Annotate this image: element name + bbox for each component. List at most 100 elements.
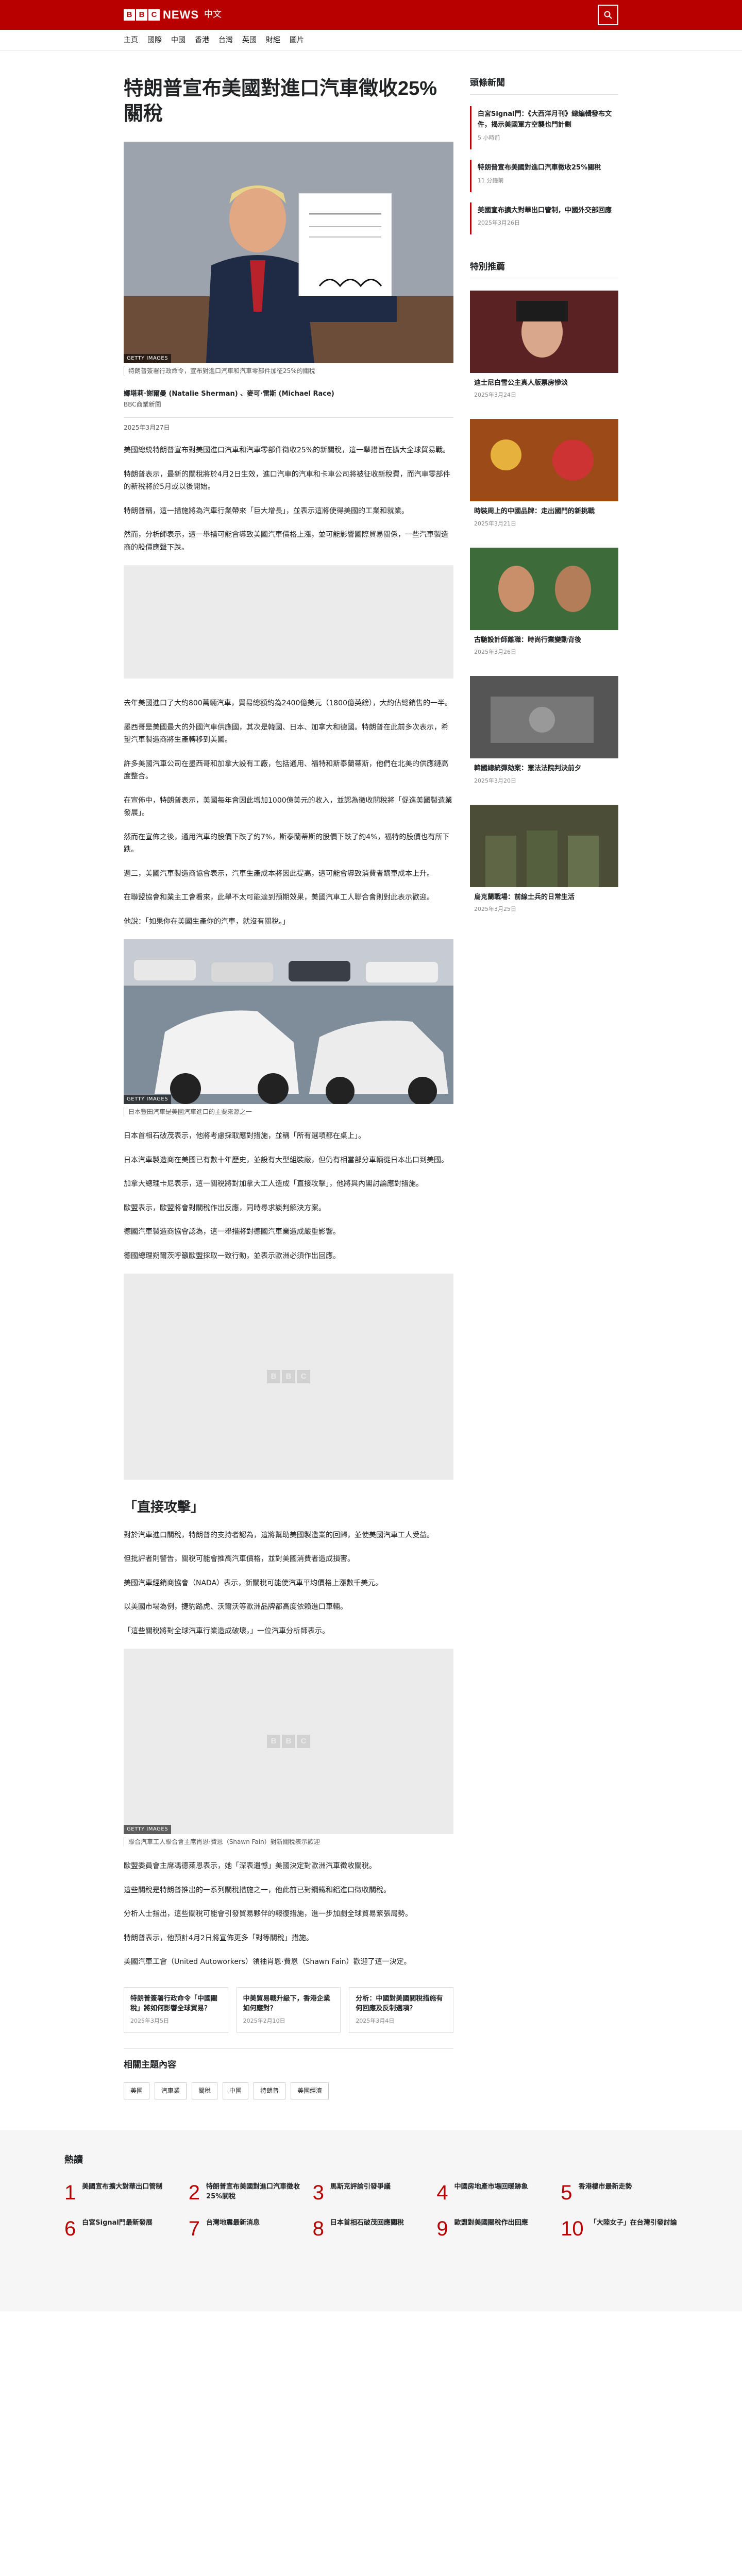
section-heading: 「直接攻擊」 xyxy=(124,1500,205,1516)
related-story-card[interactable]: 特朗普簽署行政命令「中國關稅」將如何影響全球貿易？ 2025年3月5日 xyxy=(124,1987,228,2033)
feature-photo xyxy=(470,804,618,887)
rank-number: 4 xyxy=(436,2181,448,2204)
nav-item-pictures[interactable]: 圖片 xyxy=(290,35,304,46)
most-read-title: 台灣地震最新消息 xyxy=(206,2218,260,2227)
most-read-item[interactable]: 10 「大陸女子」在台灣引發討論 xyxy=(561,2218,678,2239)
feature-date: 2025年3月24日 xyxy=(474,392,516,399)
body-paragraph: 這些關稅是特朗普推出的一系列關稅措施之一，他此前已對鋼鐵和鋁進口徵收關稅。 xyxy=(124,1886,391,1894)
top-story-date: 5 小時前 xyxy=(478,134,500,141)
bbc-block-b2: B xyxy=(136,9,147,21)
bbc-image-placeholder: B B C xyxy=(267,1735,310,1749)
rank-number: 8 xyxy=(312,2217,324,2240)
nav-item-hongkong[interactable]: 香港 xyxy=(195,35,209,46)
most-read-title: 「大陸女子」在台灣引發討論 xyxy=(589,2218,677,2227)
bbc-block-c: C xyxy=(148,9,160,21)
body-paragraph: 美國總統特朗普宣布對美國進口汽車和汽車零部件徵收25%的新關稅，這一舉措旨在擴大… xyxy=(124,446,450,455)
top-story-title: 特朗普宣布美國對進口汽車徵收25%關稅 xyxy=(478,163,601,172)
feature-text: 古馳設計師離職：時尚行業變動背後 2025年3月26日 xyxy=(470,630,618,663)
top-story-date: 11 分鐘前 xyxy=(478,177,504,184)
top-story-title: 美國宣布擴大對華出口管制，中國外交部回應 xyxy=(478,206,612,214)
body-paragraph: 德國總理朔爾茨呼籲歐盟採取一致行動，並表示歐洲必須作出回應。 xyxy=(124,1251,340,1260)
most-read-item[interactable]: 7 台灣地震最新消息 xyxy=(189,2218,306,2239)
topic-chip[interactable]: 汽車業 xyxy=(155,2082,187,2100)
publish-date: 2025年3月27日 xyxy=(124,424,170,432)
body-paragraph: 墨西哥是美國最大的外國汽車供應國，其次是韓國、日本、加拿大和德國。特朗普在此前多… xyxy=(124,723,448,744)
bbc-video-placeholder: B B C xyxy=(267,1370,310,1384)
body-paragraph: 然而，分析師表示，這一舉措可能會導致美國汽車價格上漲，並可能影響國際貿易關係，一… xyxy=(124,531,448,552)
trump-signing-illustration xyxy=(124,141,453,363)
img-block-b2: B xyxy=(282,1735,295,1749)
top-story[interactable]: 白宮Signal門：《大西洋月刊》總編輯發布文件，揭示美國軍方空襲也門計劃 5 … xyxy=(470,106,618,149)
most-read-item[interactable]: 1 美國宣布擴大對華出口管制 xyxy=(64,2182,181,2203)
top-story[interactable]: 特朗普宣布美國對進口汽車徵收25%關稅 11 分鐘前 xyxy=(470,159,618,192)
feature-image xyxy=(470,547,618,630)
most-read-item[interactable]: 5 香港樓市最新走勢 xyxy=(561,2182,678,2203)
hero-image: GETTY IMAGES xyxy=(124,141,453,363)
most-read-heading: 熱讀 xyxy=(64,2155,83,2166)
topic-chip[interactable]: 美國 xyxy=(124,2082,150,2100)
related-story-card[interactable]: 中美貿易戰升級下，香港企業如何應對？ 2025年2月10日 xyxy=(236,1987,341,2033)
body-paragraph: 在聯盟協會和業主工會看來，此舉不太可能達到預期效果，美國汽車工人聯合會則對此表示… xyxy=(124,893,434,902)
bbc-news-logo[interactable]: B B C NEWS 中文 xyxy=(124,6,222,24)
body-paragraph: 分析人士指出，這些關稅可能會引發貿易夥伴的報復措施，進一步加劇全球貿易緊張局勢。 xyxy=(124,1910,412,1919)
video-block-b2: B xyxy=(282,1370,295,1384)
img-block-b1: B xyxy=(267,1735,280,1749)
feature-date: 2025年3月20日 xyxy=(474,777,516,784)
body-paragraph: 歐盟委員會主席馮德萊恩表示，她「深表遺憾」美國決定對歐洲汽車徵收關稅。 xyxy=(124,1862,376,1871)
nav-item-world[interactable]: 國際 xyxy=(147,35,162,46)
union-caption: 聯合汽車工人聯合會主席肖恩·費恩（Shawn Fain）對新關稅表示歡迎 xyxy=(124,1837,453,1847)
related-story-card[interactable]: 分析：中國對美國關稅措施有何回應及反制選項？ 2025年3月4日 xyxy=(349,1987,454,2033)
nav-item-home[interactable]: 主頁 xyxy=(124,35,138,46)
topic-chip[interactable]: 特朗普 xyxy=(254,2082,286,2100)
most-read-item[interactable]: 9 歐盟對美國關稅作出回應 xyxy=(436,2218,553,2239)
primary-nav: 主頁 國際 中國 香港 台灣 英國 財經 圖片 xyxy=(0,30,742,50)
feature-card[interactable]: 時裝周上的中國品牌：走出國門的新挑戰 2025年3月21日 xyxy=(470,419,618,534)
feature-card[interactable]: 古馳設計師離職：時尚行業變動背後 2025年3月26日 xyxy=(470,547,618,663)
cars-image: GETTY IMAGES xyxy=(124,939,453,1105)
rank-number: 5 xyxy=(561,2181,572,2204)
most-read-item[interactable]: 6 白宮Signal門最新發展 xyxy=(64,2218,181,2239)
feature-card[interactable]: 烏克蘭戰場：前線士兵的日常生活 2025年3月25日 xyxy=(470,804,618,920)
feature-title: 韓國總統彈劾案：憲法法院判決前夕 xyxy=(474,765,582,773)
topic-chip[interactable]: 美國經濟 xyxy=(291,2082,329,2100)
related-stories: 特朗普簽署行政命令「中國關稅」將如何影響全球貿易？ 2025年3月5日 中美貿易… xyxy=(124,1987,454,2033)
feature-card[interactable]: 迪士尼白雪公主真人版票房慘淡 2025年3月24日 xyxy=(470,290,618,406)
feature-card[interactable]: 韓國總統彈劾案：憲法法院判決前夕 2025年3月20日 xyxy=(470,676,618,791)
rank-number: 3 xyxy=(312,2181,324,2204)
body-paragraph: 以美國市場為例，捷豹路虎、沃爾沃等歐洲品牌都高度依賴進口車輛。 xyxy=(124,1603,347,1612)
parked-cars-illustration xyxy=(124,939,453,1105)
most-read-item[interactable]: 4 中國房地產市場回暖跡象 xyxy=(436,2182,553,2203)
topic-chips: 美國 汽車業 關稅 中國 特朗普 美國經濟 xyxy=(124,2082,453,2100)
most-read-title: 日本首相石破茂回應關稅 xyxy=(330,2218,404,2227)
sidebar: 頭條新聞 白宮Signal門：《大西洋月刊》總編輯發布文件，揭示美國軍方空襲也門… xyxy=(470,76,618,2099)
topic-chip[interactable]: 關稅 xyxy=(192,2082,218,2100)
body-paragraph: 美國汽車工會（United Autoworkers）領袖肖恩·費恩（Shawn … xyxy=(124,1958,411,1967)
most-read-item[interactable]: 2 特朗普宣布美國對進口汽車徵收25%關稅 xyxy=(189,2182,306,2203)
topic-chip[interactable]: 中國 xyxy=(223,2082,249,2100)
most-read-list: 1 美國宣布擴大對華出口管制 2 特朗普宣布美國對進口汽車徵收25%關稅 3 馬斯克評… xyxy=(64,2182,678,2239)
nav-item-taiwan[interactable]: 台灣 xyxy=(218,35,233,46)
search-button[interactable] xyxy=(598,5,618,25)
most-read-item[interactable]: 8 日本首相石破茂回應關稅 xyxy=(313,2218,430,2239)
feature-image xyxy=(470,676,618,759)
most-read-title: 特朗普宣布美國對進口汽車徵收25%關稅 xyxy=(206,2182,300,2200)
top-story-title: 白宮Signal門：《大西洋月刊》總編輯發布文件，揭示美國軍方空襲也門計劃 xyxy=(478,110,612,129)
most-read-item[interactable]: 3 馬斯克評論引發爭議 xyxy=(313,2182,430,2203)
related-story-title: 特朗普簽署行政命令「中國關稅」將如何影響全球貿易？ xyxy=(130,1994,218,2013)
feature-text: 烏克蘭戰場：前線士兵的日常生活 2025年3月25日 xyxy=(470,887,618,920)
feature-image xyxy=(470,804,618,887)
top-stories-heading: 頭條新聞 xyxy=(470,76,618,95)
article-title: 特朗普宣布美國對進口汽車徵收25%關稅 xyxy=(124,78,437,125)
hero-figure: GETTY IMAGES 特朗普簽署行政命令，宣布對進口汽車和汽車零部件加征25… xyxy=(124,141,453,376)
nav-item-china[interactable]: 中國 xyxy=(171,35,185,46)
feature-title: 迪士尼白雪公主真人版票房慘淡 xyxy=(474,379,568,387)
video-player[interactable]: B B C xyxy=(124,1274,453,1480)
byline-divider xyxy=(124,417,453,418)
most-read-title: 白宮Signal門最新發展 xyxy=(82,2218,153,2227)
feature-photo xyxy=(470,419,618,502)
nav-item-business[interactable]: 財經 xyxy=(266,35,280,46)
bbc-blocks: B B C xyxy=(124,9,160,21)
top-story[interactable]: 美國宣布擴大對華出口管制，中國外交部回應 2025年3月26日 xyxy=(470,202,618,235)
nav-item-uk[interactable]: 英國 xyxy=(242,35,257,46)
advertisement-slot xyxy=(124,565,453,679)
